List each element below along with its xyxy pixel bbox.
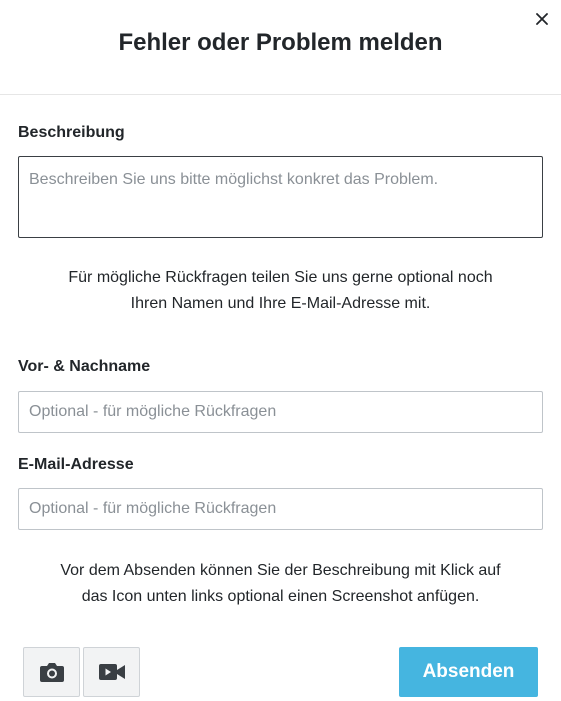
close-button[interactable] — [531, 8, 553, 30]
close-icon — [536, 13, 548, 25]
camera-icon — [39, 663, 64, 682]
contact-info-line-1: Für mögliche Rückfragen teilen Sie uns g… — [68, 269, 493, 286]
name-input[interactable] — [18, 391, 543, 433]
contact-info-text: Für mögliche Rückfragen teilen Sie uns g… — [0, 265, 561, 317]
report-problem-dialog: Fehler oder Problem melden Beschreibung … — [0, 0, 561, 701]
screenshot-button[interactable] — [23, 647, 80, 697]
video-camera-icon — [98, 664, 125, 680]
screenshot-info-text: Vor dem Absenden können Sie der Beschrei… — [0, 558, 561, 610]
email-input[interactable] — [18, 488, 543, 530]
screenshot-info-line-1: Vor dem Absenden können Sie der Beschrei… — [60, 562, 501, 579]
description-label: Beschreibung — [18, 124, 125, 141]
contact-info-line-2: Ihren Namen und Ihre E-Mail-Adresse mit. — [130, 295, 431, 312]
description-textarea[interactable] — [18, 156, 543, 238]
email-label: E-Mail-Adresse — [18, 456, 134, 473]
screenshot-info-line-2: das Icon unten links optional einen Scre… — [81, 588, 480, 605]
dialog-title: Fehler oder Problem melden — [118, 29, 443, 56]
name-label: Vor- & Nachname — [18, 358, 151, 375]
video-button[interactable] — [83, 647, 140, 697]
submit-button[interactable]: Absenden — [399, 647, 538, 697]
dialog-header: Fehler oder Problem melden — [0, 0, 561, 95]
